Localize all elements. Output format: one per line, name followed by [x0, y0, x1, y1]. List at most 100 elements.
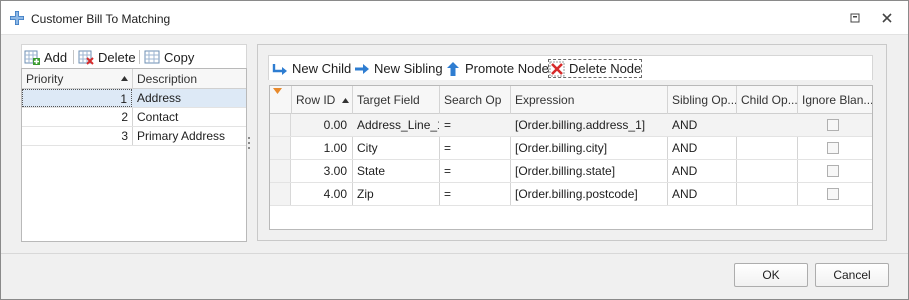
delete-label: Delete [98, 49, 136, 65]
table-row[interactable]: 4.00 Zip = [Order.billing.postcode] AND [270, 183, 872, 206]
column-header-sibling-op[interactable]: Sibling Op... [667, 86, 736, 114]
cancel-button[interactable]: Cancel [815, 263, 889, 287]
column-header-priority[interactable]: Priority [22, 69, 132, 89]
ignore-blank-checkbox[interactable] [827, 142, 839, 154]
delete-node-button[interactable]: Delete Node [548, 59, 643, 78]
row-indent [270, 114, 291, 136]
delete-button[interactable]: Delete [78, 48, 136, 66]
promote-node-label: Promote Node [465, 61, 549, 76]
table-row[interactable]: 0.00 Address_Line_1 = [Order.billing.add… [270, 114, 872, 137]
row-id-cell[interactable]: 0.00 [291, 114, 352, 136]
column-header-ignore-blank[interactable]: Ignore Blan... [797, 86, 872, 114]
toolbar-divider [73, 50, 74, 64]
child-op-cell[interactable] [736, 114, 797, 136]
title-bar[interactable]: Customer Bill To Matching [1, 1, 908, 35]
new-sibling-label: New Sibling [374, 61, 443, 76]
table-row[interactable]: 3 Primary Address [22, 127, 246, 146]
table-row[interactable]: 1 Address [22, 89, 246, 108]
add-button[interactable]: Add [24, 48, 67, 66]
new-child-icon [272, 63, 287, 75]
match-rules-toolbar: New Child New Sibling Promote Node Delet… [268, 55, 873, 80]
column-header-target-field[interactable]: Target Field [352, 86, 439, 114]
search-op-cell[interactable]: = [439, 160, 510, 182]
child-op-cell[interactable] [736, 137, 797, 159]
ignore-blank-cell [797, 183, 872, 205]
target-field-cell[interactable]: State [352, 160, 439, 182]
column-divider [667, 86, 668, 114]
priority-cell[interactable]: 3 [22, 127, 132, 145]
target-field-cell[interactable]: Zip [352, 183, 439, 205]
description-cell[interactable]: Contact [137, 108, 178, 126]
priority-cell[interactable]: 2 [22, 108, 132, 126]
delete-node-label: Delete Node [569, 61, 642, 76]
match-rules-grid-header: Row ID Target Field Search Op Expression… [270, 86, 872, 114]
ignore-blank-checkbox[interactable] [827, 119, 839, 131]
sibling-op-cell[interactable]: AND [667, 160, 736, 182]
add-grid-icon [24, 50, 40, 65]
close-icon[interactable] [878, 9, 896, 27]
ignore-blank-cell [797, 160, 872, 182]
column-divider [291, 86, 292, 114]
splitter-grip-icon[interactable] [248, 137, 251, 149]
description-cell[interactable]: Primary Address [137, 127, 225, 145]
promote-node-button[interactable]: Promote Node [445, 59, 549, 78]
column-divider [439, 86, 440, 114]
target-field-cell[interactable]: Address_Line_1 [352, 114, 439, 136]
priority-toolbar: Add Delete Copy [21, 44, 247, 68]
dialog-window: Customer Bill To Matching Add Delete Cop… [0, 0, 909, 300]
child-op-cell[interactable] [736, 183, 797, 205]
sibling-op-cell[interactable]: AND [667, 114, 736, 136]
arrow-up-icon [447, 61, 459, 76]
search-op-cell[interactable]: = [439, 114, 510, 136]
row-indent [270, 160, 291, 182]
sibling-op-cell[interactable]: AND [667, 183, 736, 205]
column-header-expression[interactable]: Expression [510, 86, 667, 114]
column-divider [736, 86, 737, 114]
column-header-description[interactable]: Description [133, 69, 246, 89]
copy-grid-icon [144, 50, 160, 64]
match-rules-grid: Row ID Target Field Search Op Expression… [269, 85, 873, 230]
child-op-cell[interactable] [736, 160, 797, 182]
ignore-blank-checkbox[interactable] [827, 188, 839, 200]
ok-button[interactable]: OK [734, 263, 808, 287]
column-header-search-op[interactable]: Search Op [439, 86, 510, 114]
priority-cell[interactable]: 1 [22, 89, 132, 107]
expression-cell[interactable]: [Order.billing.state] [510, 160, 667, 182]
search-op-cell[interactable]: = [439, 137, 510, 159]
delete-grid-icon [78, 50, 94, 65]
column-header-child-op[interactable]: Child Op... [736, 86, 797, 114]
copy-button[interactable]: Copy [144, 48, 194, 66]
new-child-button[interactable]: New Child [272, 59, 351, 78]
search-op-cell[interactable]: = [439, 183, 510, 205]
description-header-label: Description [137, 72, 198, 86]
table-row[interactable]: 1.00 City = [Order.billing.city] AND [270, 137, 872, 160]
priority-grid-header: Priority Description [22, 69, 246, 89]
column-divider [352, 86, 353, 114]
column-divider [797, 86, 798, 114]
row-indent [270, 183, 291, 205]
restore-icon[interactable] [846, 9, 864, 27]
sibling-op-cell[interactable]: AND [667, 137, 736, 159]
row-id-cell[interactable]: 4.00 [291, 183, 352, 205]
add-label: Add [44, 49, 68, 65]
sort-ascending-icon [341, 98, 349, 104]
filter-dropdown-icon[interactable] [273, 88, 282, 94]
new-sibling-icon [355, 63, 369, 74]
expression-cell[interactable]: [Order.billing.postcode] [510, 183, 667, 205]
new-sibling-button[interactable]: New Sibling [354, 59, 443, 78]
app-icon [10, 11, 24, 25]
expression-cell[interactable]: [Order.billing.city] [510, 137, 667, 159]
row-id-header-label: Row ID [296, 93, 336, 107]
table-row[interactable]: 2 Contact [22, 108, 246, 127]
column-header-row-id[interactable]: Row ID [291, 86, 352, 114]
description-cell[interactable]: Address [137, 89, 181, 107]
expression-cell[interactable]: [Order.billing.address_1] [510, 114, 667, 136]
row-id-cell[interactable]: 1.00 [291, 137, 352, 159]
table-row[interactable]: 3.00 State = [Order.billing.state] AND [270, 160, 872, 183]
ignore-blank-checkbox[interactable] [827, 165, 839, 177]
target-field-cell[interactable]: City [352, 137, 439, 159]
copy-label: Copy [164, 49, 195, 65]
column-divider [510, 86, 511, 114]
row-id-cell[interactable]: 3.00 [291, 160, 352, 182]
window-title: Customer Bill To Matching [31, 12, 171, 26]
